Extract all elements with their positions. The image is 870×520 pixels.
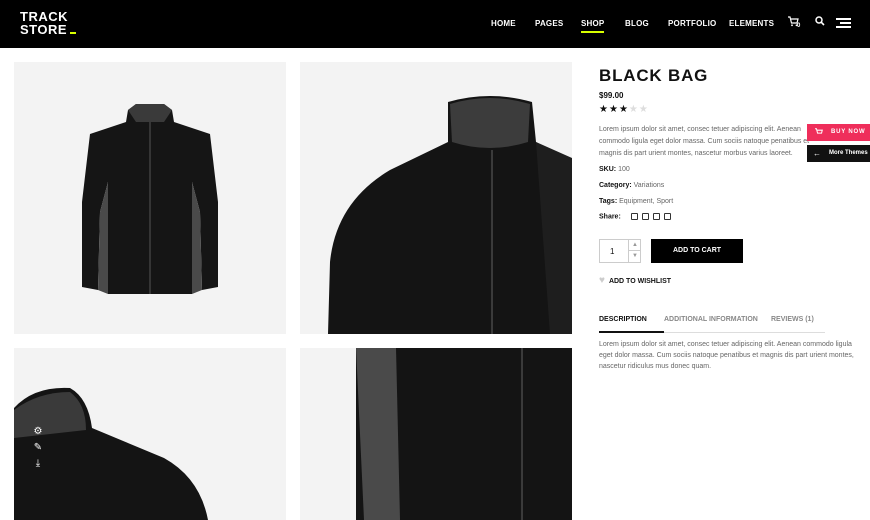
nav-portfolio[interactable]: PORTFOLIO	[668, 19, 716, 28]
add-to-wishlist-link[interactable]: ♥ ADD TO WISHLIST	[599, 275, 671, 286]
product-price: $99.00	[599, 91, 624, 100]
logo-line-2: STORE	[20, 22, 68, 37]
cart-icon	[815, 124, 823, 141]
tab-description[interactable]: DESCRIPTION	[599, 316, 664, 333]
nav-shop[interactable]: SHOP	[581, 19, 605, 33]
product-image-2[interactable]	[300, 62, 572, 334]
site-header: TRACK STORE HOME PAGES SHOP BLOG PORTFOL…	[0, 0, 870, 48]
product-tags: Tags: Equipment, Sport	[599, 198, 674, 205]
search-icon[interactable]	[815, 16, 825, 29]
product-rating: ★★★★★	[599, 104, 649, 115]
product-image-3[interactable]: ⚙ ✎ ⤓	[14, 348, 286, 520]
more-themes-button[interactable]: ← More Themes	[807, 145, 870, 162]
nav-elements[interactable]: ELEMENTS	[729, 19, 774, 28]
star-icon: ★	[599, 104, 609, 115]
product-image-1[interactable]	[14, 62, 286, 334]
facebook-icon[interactable]	[630, 213, 638, 220]
star-empty-icon: ★	[628, 104, 639, 115]
tab-reviews[interactable]: REVIEWS (1)	[771, 316, 814, 323]
arrow-left-icon: ←	[813, 149, 821, 158]
tab-additional-information[interactable]: ADDITIONAL INFORMATION	[664, 316, 758, 323]
product-image-4[interactable]	[300, 348, 572, 520]
linkedin-icon[interactable]	[652, 213, 660, 220]
pinterest-icon[interactable]	[663, 213, 671, 220]
product-sku: SKU: 100	[599, 166, 630, 173]
tab-description-content: Lorem ipsum dolor sit amet, consec tetue…	[599, 341, 854, 370]
cart-count: 0	[797, 23, 801, 29]
edit-icon[interactable]: ✎	[32, 442, 44, 454]
product-share: Share:	[599, 213, 671, 220]
product-tabs: DESCRIPTION ADDITIONAL INFORMATION REVIE…	[599, 316, 825, 333]
nav-home[interactable]: HOME	[491, 19, 516, 28]
download-icon[interactable]: ⤓	[32, 458, 44, 470]
hamburger-menu-icon[interactable]	[836, 18, 851, 28]
logo-underscore	[70, 32, 77, 34]
settings-icon[interactable]: ⚙	[32, 426, 44, 438]
category-link[interactable]: Variations	[634, 182, 665, 189]
product-title: BLACK BAG	[599, 66, 709, 85]
add-to-cart-button[interactable]: ADD TO CART	[651, 239, 743, 263]
site-logo[interactable]: TRACK STORE	[20, 10, 77, 37]
buy-now-button[interactable]: BUY NOW	[807, 124, 870, 141]
star-icon: ★	[618, 104, 629, 115]
nav-blog[interactable]: BLOG	[625, 19, 649, 28]
tags-link[interactable]: Equipment, Sport	[619, 198, 673, 205]
quantity-value[interactable]: 1	[610, 247, 614, 256]
quantity-down-button[interactable]: ▼	[629, 251, 641, 262]
twitter-icon[interactable]	[641, 213, 649, 220]
quantity-up-button[interactable]: ▲	[629, 240, 641, 251]
product-short-description: Lorem ipsum dolor sit amet, consec tetue…	[599, 126, 810, 157]
quantity-stepper[interactable]: 1 ▲ ▼	[599, 239, 641, 263]
product-category: Category: Variations	[599, 182, 665, 189]
star-icon: ★	[608, 104, 619, 115]
heart-icon: ♥	[599, 275, 605, 286]
nav-pages[interactable]: PAGES	[535, 19, 563, 28]
star-empty-icon: ★	[638, 104, 649, 115]
